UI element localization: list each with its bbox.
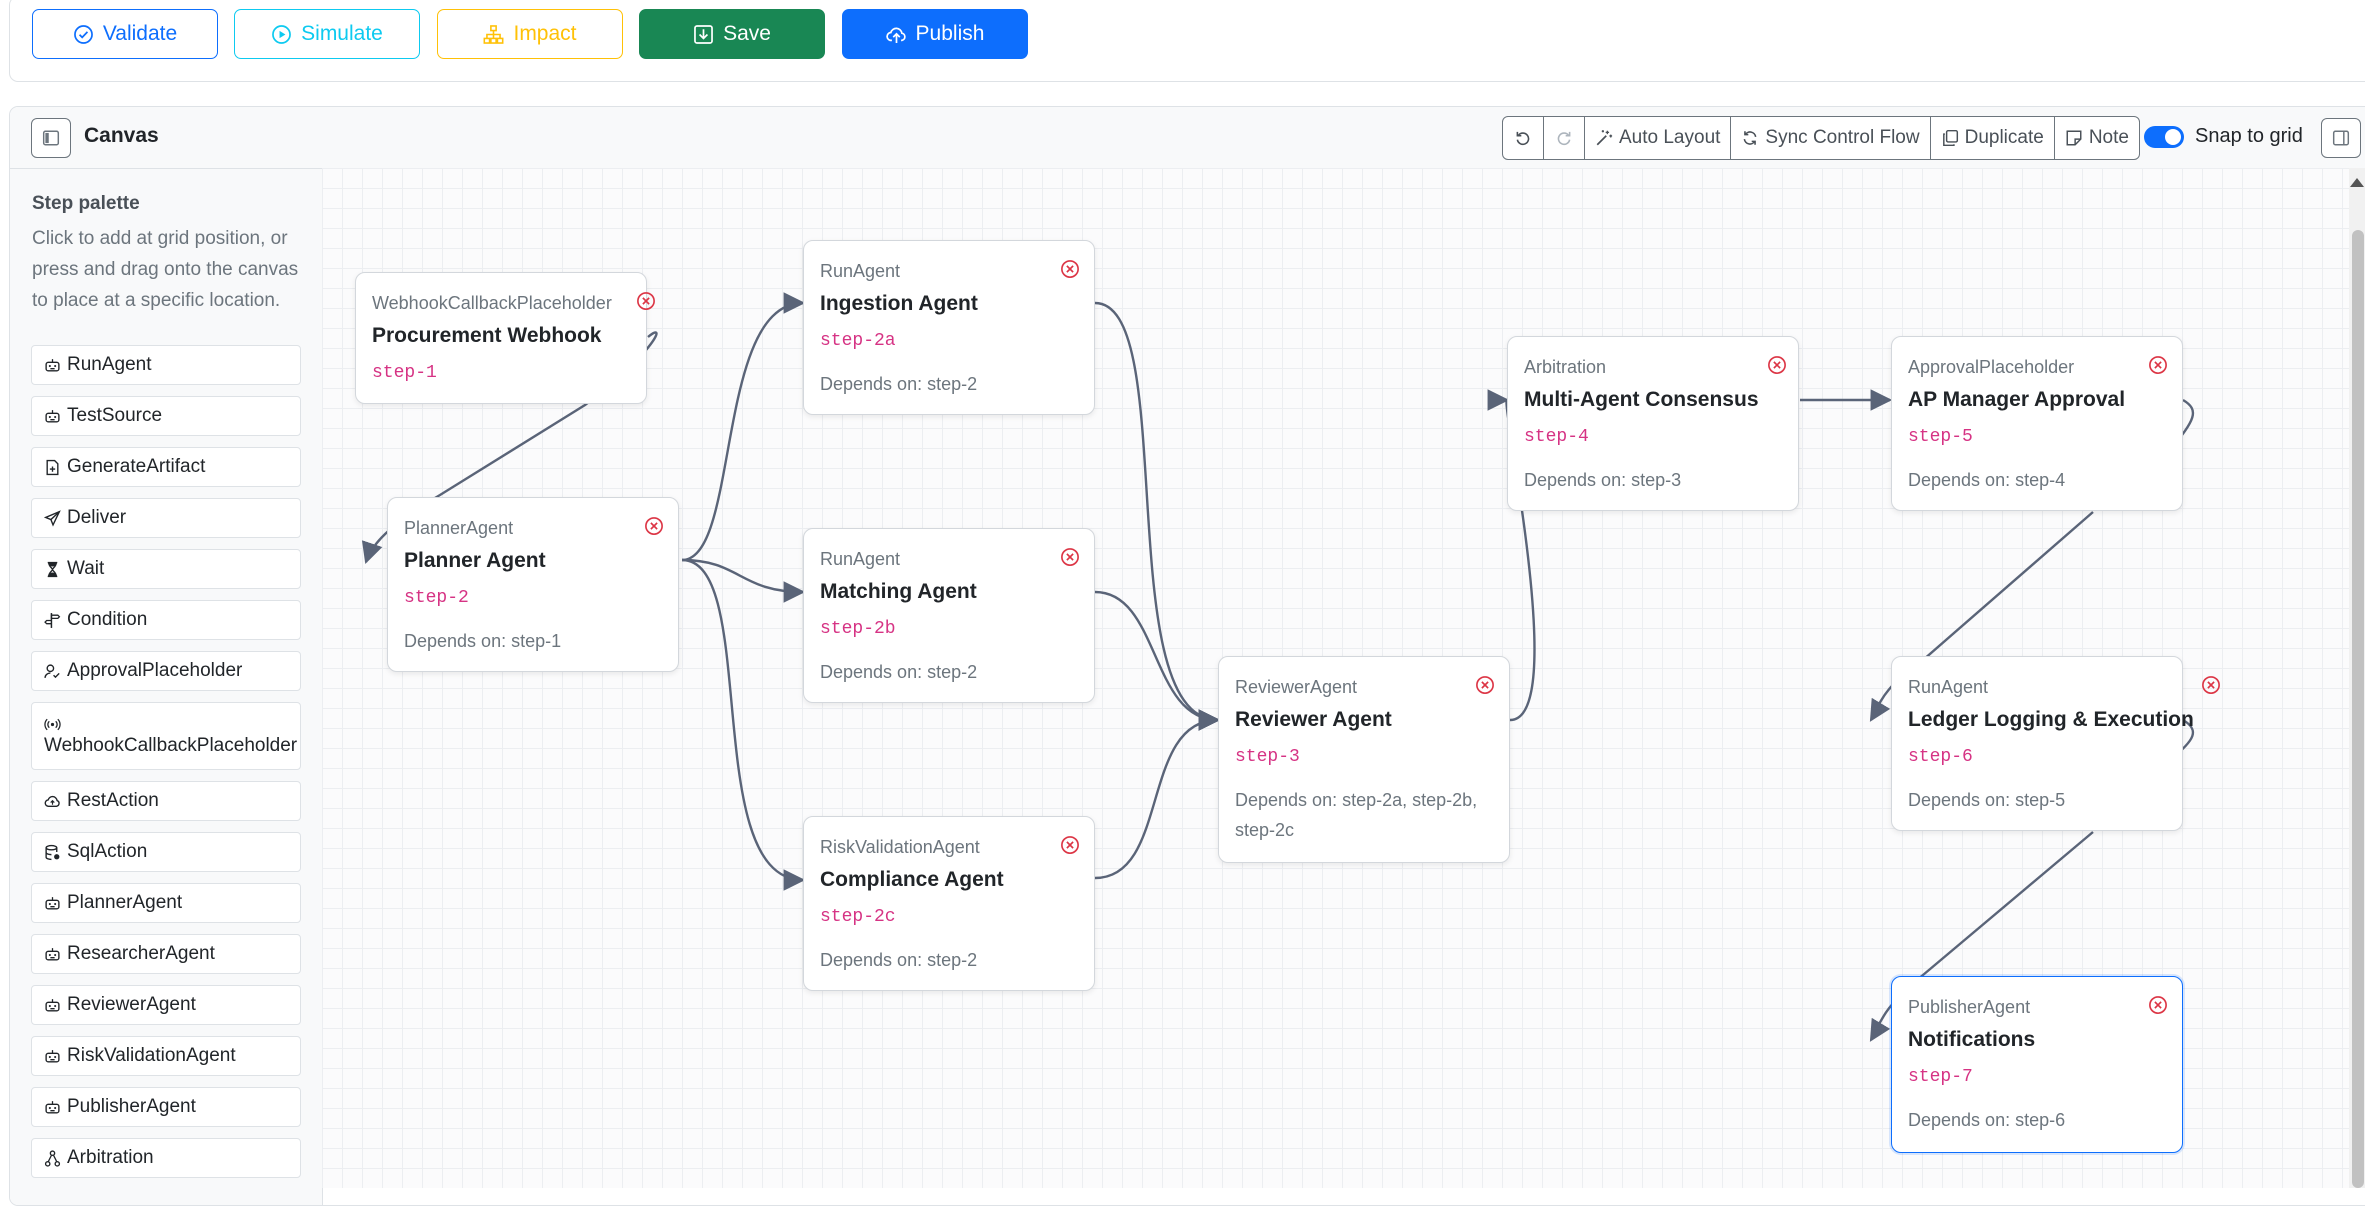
node-title: Ingestion Agent [820, 292, 978, 315]
node-step-2[interactable]: PlannerAgent Planner Agent step-2 Depend… [387, 497, 679, 672]
node-step-2b[interactable]: RunAgent Matching Agent step-2b Depends … [803, 528, 1095, 703]
edge-step2-step2a [681, 292, 806, 562]
node-step-id: step-3 [1235, 747, 1300, 767]
remove-node-icon[interactable] [1767, 355, 1787, 375]
node-step-5[interactable]: ApprovalPlaceholder AP Manager Approval … [1891, 336, 2183, 511]
node-type: WebhookCallbackPlaceholder [372, 293, 612, 313]
node-title: AP Manager Approval [1908, 388, 2126, 411]
edge-step2c-step3 [1094, 709, 1221, 880]
node-step-id: step-1 [372, 363, 437, 383]
remove-node-icon[interactable] [2148, 995, 2168, 1015]
node-type: RunAgent [820, 261, 901, 281]
node-title: Reviewer Agent [1235, 708, 1392, 731]
node-step-7[interactable]: PublisherAgent Notifications step-7 Depe… [1891, 976, 2183, 1153]
remove-node-icon[interactable] [2148, 355, 2168, 375]
node-step-2c[interactable]: RiskValidationAgent Compliance Agent ste… [803, 816, 1095, 991]
node-title: Ledger Logging & Execution [1908, 708, 2194, 731]
node-type: PublisherAgent [1908, 997, 2031, 1017]
edge-step2-step2c [681, 558, 806, 891]
node-dependencies: Depends on: step-1 [404, 631, 562, 651]
node-step-id: step-2 [404, 588, 469, 608]
node-title: Planner Agent [404, 549, 546, 572]
node-dependencies: Depends on: step-2a, step-2b, step-2c [1235, 790, 1478, 840]
node-title: Notifications [1908, 1028, 2036, 1051]
node-title: Multi-Agent Consensus [1524, 388, 1759, 411]
node-type: ReviewerAgent [1235, 677, 1358, 697]
node-type: PlannerAgent [404, 518, 514, 538]
node-title: Compliance Agent [820, 868, 1004, 891]
node-type: RunAgent [820, 549, 901, 569]
remove-node-icon[interactable] [1060, 547, 1080, 567]
node-step-4[interactable]: Arbitration Multi-Agent Consensus step-4… [1507, 336, 1799, 511]
node-step-id: step-2c [820, 907, 896, 927]
node-type: Arbitration [1524, 357, 1607, 377]
edge-step2-step2b [681, 558, 806, 603]
remove-node-icon[interactable] [1060, 835, 1080, 855]
node-step-id: step-2b [820, 619, 896, 639]
node-step-6[interactable]: RunAgent Ledger Logging & Execution step… [1891, 656, 2220, 831]
remove-node-icon[interactable] [644, 516, 664, 536]
node-type: RiskValidationAgent [820, 837, 980, 857]
node-step-id: step-2a [820, 331, 896, 351]
node-step-id: step-5 [1908, 427, 1973, 447]
node-step-2a[interactable]: RunAgent Ingestion Agent step-2a Depends… [803, 240, 1095, 415]
node-step-3[interactable]: ReviewerAgent Reviewer Agent step-3 Depe… [1218, 656, 1510, 863]
node-dependencies: Depends on: step-3 [1524, 470, 1682, 490]
node-step-id: step-4 [1524, 427, 1589, 447]
node-step-id: step-7 [1908, 1067, 1973, 1087]
remove-node-icon[interactable] [1475, 675, 1495, 695]
node-dependencies: Depends on: step-2 [820, 950, 978, 970]
node-type: ApprovalPlaceholder [1908, 357, 2075, 377]
node-step-id: step-6 [1908, 747, 1973, 767]
node-dependencies: Depends on: step-6 [1908, 1110, 2066, 1130]
node-title: Matching Agent [820, 580, 977, 603]
node-step-1[interactable]: WebhookCallbackPlaceholder Procurement W… [355, 272, 655, 404]
node-dependencies: Depends on: step-5 [1908, 790, 2066, 810]
node-dependencies: Depends on: step-4 [1908, 470, 2066, 490]
remove-node-icon[interactable] [1060, 259, 1080, 279]
remove-node-icon[interactable] [2201, 675, 2221, 695]
node-title: Procurement Webhook [372, 324, 602, 347]
remove-node-icon[interactable] [636, 291, 656, 311]
node-dependencies: Depends on: step-2 [820, 374, 978, 394]
node-dependencies: Depends on: step-2 [820, 662, 978, 682]
node-type: RunAgent [1908, 677, 1989, 697]
